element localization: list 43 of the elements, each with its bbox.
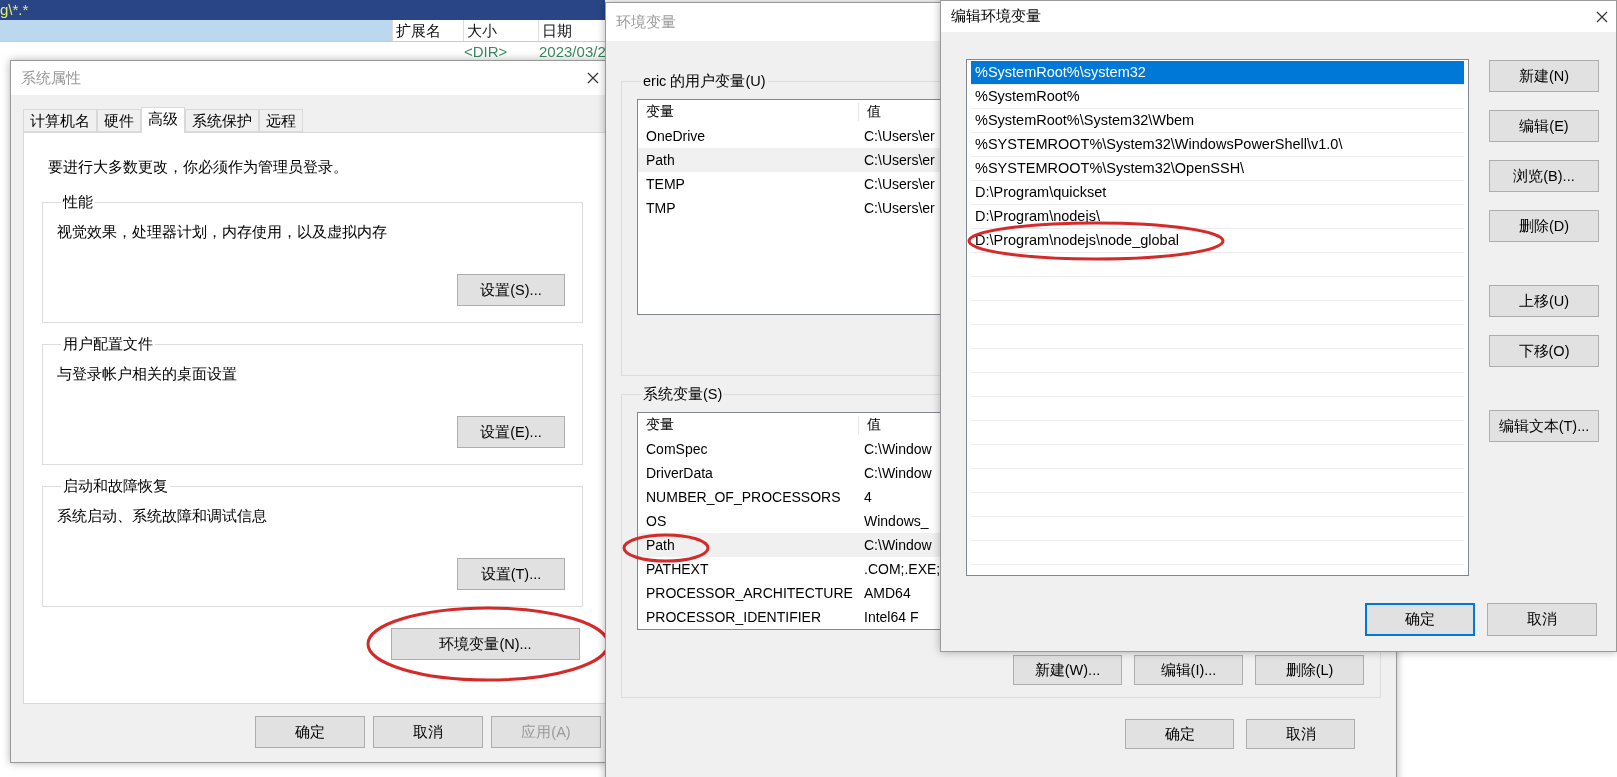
variable-value: C:\Users\er bbox=[863, 152, 935, 168]
table-cell-text: <DIR> bbox=[464, 42, 509, 61]
group-title: 用户配置文件 bbox=[62, 335, 154, 354]
variable-name: Path bbox=[645, 152, 676, 168]
variable-value: C:\Users\er bbox=[863, 200, 935, 216]
variable-name: NUMBER_OF_PROCESSORS bbox=[645, 489, 842, 505]
variable-name: PATHEXT bbox=[645, 561, 710, 577]
window-title: 系统属性 bbox=[21, 68, 81, 88]
column-header: 值 bbox=[866, 416, 882, 434]
path-text: g\*.* bbox=[0, 0, 29, 20]
table-cell: 2023/03/2 bbox=[539, 42, 605, 61]
variable-value: Intel64 F bbox=[863, 609, 919, 625]
variable-value: 4 bbox=[863, 489, 872, 505]
variable-name: TMP bbox=[645, 200, 677, 216]
group-title: 系统变量(S) bbox=[642, 385, 724, 404]
notice-text: 要进行大多数更改，你必须作为管理员登录。 bbox=[47, 158, 349, 177]
variable-value: Windows_ bbox=[863, 513, 929, 529]
group-description: 与登录帐户相关的桌面设置 bbox=[57, 365, 238, 384]
variable-value: C:\Users\er bbox=[863, 176, 935, 192]
variable-name: PROCESSOR_IDENTIFIER bbox=[645, 609, 823, 625]
variable-value: C:\Window bbox=[863, 441, 932, 457]
column-header: 变量 bbox=[638, 103, 859, 121]
variable-value: C:\Window bbox=[863, 537, 932, 553]
variable-name: Path bbox=[638, 537, 858, 553]
window-title: 环境变量 bbox=[616, 12, 676, 32]
window-title: 编辑环境变量 bbox=[951, 7, 1041, 26]
variable-name: OneDrive bbox=[645, 128, 707, 144]
group-title: 启动和故障恢复 bbox=[62, 477, 169, 496]
column-header: 值 bbox=[866, 103, 882, 121]
group-description: 系统启动、系统故障和调试信息 bbox=[57, 507, 268, 526]
variable-name: ComSpec bbox=[645, 441, 709, 457]
group-title: eric 的用户变量(U) bbox=[642, 72, 767, 91]
variable-name: PROCESSOR_ARCHITECTURE bbox=[645, 585, 854, 601]
group-title: 性能 bbox=[61, 193, 94, 212]
variable-name: DriverData bbox=[645, 465, 714, 481]
variable-value: .COM;.EXE; bbox=[863, 561, 941, 577]
variable-name: OS bbox=[645, 513, 668, 529]
variable-value: AMD64 bbox=[863, 585, 911, 601]
variable-value: C:\Users\er bbox=[863, 128, 935, 144]
column-header: 变量 bbox=[638, 416, 859, 434]
variable-name: TEMP bbox=[645, 176, 686, 192]
group-description: 视觉效果，处理器计划，内存使用，以及虚拟内存 bbox=[57, 223, 388, 242]
variable-value: C:\Window bbox=[863, 465, 932, 481]
